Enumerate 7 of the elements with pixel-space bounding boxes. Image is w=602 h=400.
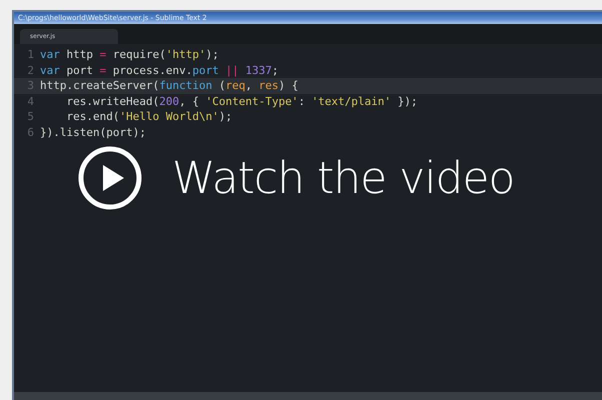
code-line: 1 var http = require('http'); <box>26 47 220 62</box>
video-caption: Watch the video <box>172 152 514 204</box>
code-line: 6 }).listen(port); <box>26 124 147 140</box>
code-line: 5 res.end('Hello World\n'); <box>26 109 234 124</box>
code-line: 4 res.writeHead(200, { 'Content-Type': 'text/plain' }); <box>26 94 419 109</box>
code-line: 2 var port = process.env.port || 1337; <box>26 62 280 78</box>
play-icon[interactable] <box>78 146 142 210</box>
